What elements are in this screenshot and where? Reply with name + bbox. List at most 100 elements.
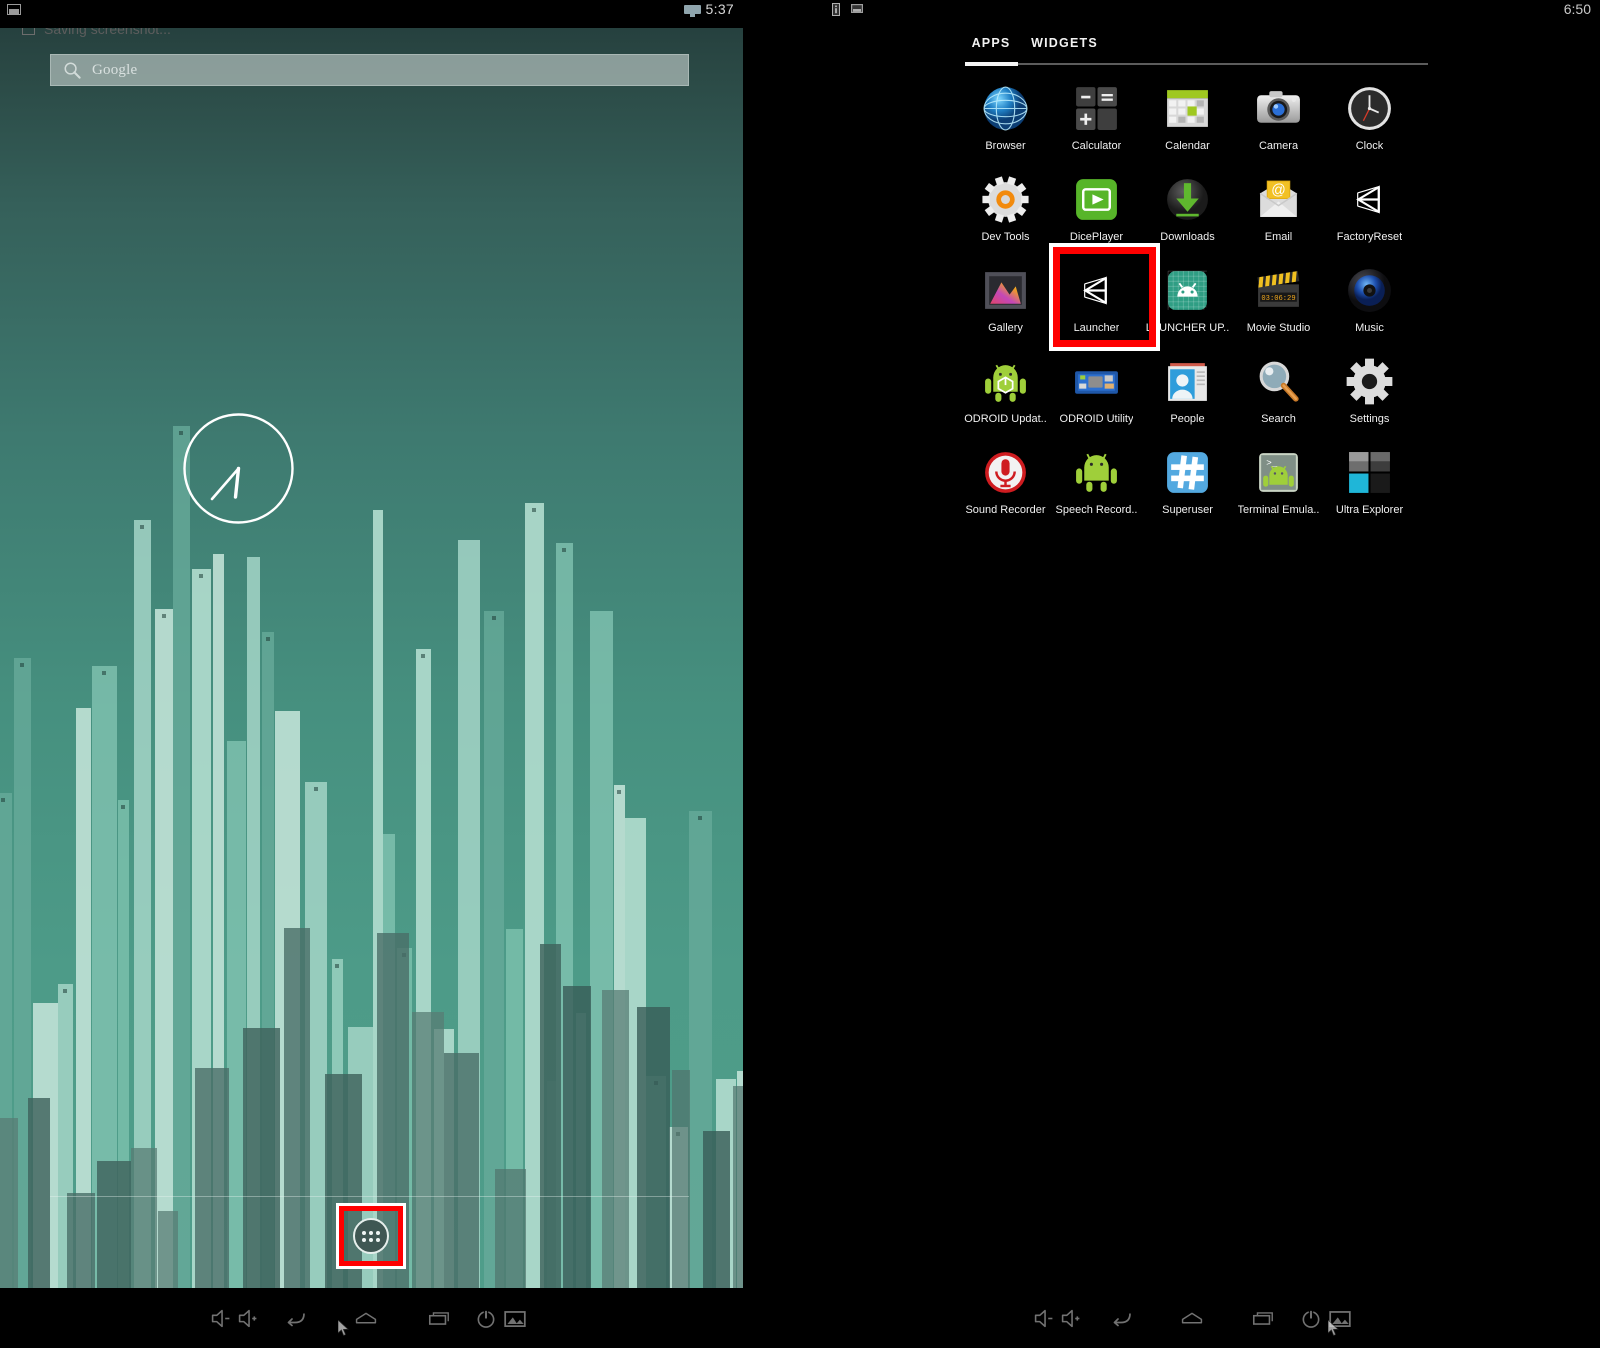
info-icon [832,3,840,16]
volume-up-button[interactable] [1059,1308,1083,1334]
app-icon-sound-recorder[interactable]: Sound Recorder [960,440,1051,531]
search-icon [64,62,81,79]
drawer-navigation-bar [960,1288,1600,1348]
app-label: DicePlayer [1069,231,1124,243]
tab-widgets[interactable]: WIDGETS [1017,32,1112,54]
apps-grid-icon [353,1218,389,1254]
app-label: Calendar [1165,140,1210,152]
app-label: LAUNCHER UP.. [1145,322,1230,334]
analog-clock-widget[interactable] [181,411,296,526]
recents-button[interactable] [427,1308,451,1334]
wallpaper-bar-front [672,1070,690,1288]
app-label: Terminal Emula.. [1237,504,1320,516]
home-button[interactable] [354,1308,378,1334]
wallpaper-dot [266,637,270,641]
wallpaper-bar-front [67,1193,95,1288]
home-screen-panel: 5:37 Saving screenshot... Google [0,0,743,1288]
drawer-status-bar: 6:50 [760,0,1600,22]
magnifier-icon [1254,357,1303,406]
app-label: FactoryReset [1336,231,1403,243]
screenshot-root: 5:37 Saving screenshot... Google 6:50 AP… [0,0,1600,1348]
power-button[interactable] [474,1308,498,1334]
wallpaper-bar-front [0,1118,18,1288]
wallpaper-dot [617,790,621,794]
wallpaper-bar-front [195,1068,229,1288]
wallpaper-bar-front [703,1131,730,1288]
back-button[interactable] [284,1308,308,1334]
home-button[interactable] [1180,1308,1204,1334]
app-label: Browser [985,140,1026,152]
speaker-blue-icon [1345,266,1394,315]
app-icon-camera[interactable]: Camera [1233,76,1324,167]
app-icon-search[interactable]: Search [1233,349,1324,440]
app-icon-dev-tools[interactable]: Dev Tools [960,167,1051,258]
search-placeholder-text: Google [92,61,138,78]
app-icon-diceplayer[interactable]: DicePlayer [1051,167,1142,258]
app-label: Dev Tools [981,231,1030,243]
app-icon-factoryreset[interactable]: FactoryReset [1324,167,1415,258]
back-button[interactable] [1110,1308,1134,1334]
mouse-cursor [337,1319,350,1337]
screenshot-icon [851,4,863,13]
clock-icon [1345,84,1394,133]
app-icon-speech-record[interactable]: Speech Record.. [1051,440,1142,531]
envelope-at-icon: @ [1254,175,1303,224]
android-head-teal-icon [1163,266,1212,315]
wallpaper-dot [1,798,5,802]
browser-globe-icon [981,84,1030,133]
wallpaper-dot [314,787,318,791]
app-icon-music[interactable]: Music [1324,258,1415,349]
app-icon-browser[interactable]: Browser [960,76,1051,167]
gallery-photo-icon [981,266,1030,315]
app-icon-downloads[interactable]: Downloads [1142,167,1233,258]
app-icon-movie-studio[interactable]: 03:06:29 Movie Studio [1233,258,1324,349]
app-icon-gallery[interactable]: Gallery [960,258,1051,349]
app-label: Ultra Explorer [1335,504,1404,516]
volume-down-button[interactable] [209,1308,233,1334]
android-box-icon [981,357,1030,406]
screenshot-notification-icon [7,4,21,15]
app-label: People [1170,413,1205,425]
app-icon-superuser[interactable]: Superuser [1142,440,1233,531]
unity-logo-icon [1072,266,1121,315]
app-label: Superuser [1162,504,1213,516]
app-label: Clock [1355,140,1384,152]
app-icon-terminal-emula[interactable]: >_ Terminal Emula.. [1233,440,1324,531]
screenshot-status-icon [684,5,701,17]
app-icon-calculator[interactable]: Calculator [1051,76,1142,167]
home-navigation-bar [0,1288,760,1348]
drawer-tab-bar: APPS WIDGETS [965,32,1112,54]
power-button[interactable] [1299,1308,1323,1334]
gear-icon [1345,357,1394,406]
app-label: Music [1355,322,1384,334]
app-icon-ultra-explorer[interactable]: Ultra Explorer [1324,440,1415,531]
volume-down-button[interactable] [1032,1308,1056,1334]
wallpaper-bar-front [28,1098,50,1288]
camera-icon [1254,84,1303,133]
volume-up-button[interactable] [236,1308,260,1334]
app-icon-odroid-updat[interactable]: ODROID Updat.. [960,349,1051,440]
wallpaper-bar-front [540,944,561,1288]
app-icon-calendar[interactable]: Calendar [1142,76,1233,167]
screenshot-button[interactable] [503,1308,527,1334]
app-label: Launcher [1073,322,1120,334]
recents-button[interactable] [1251,1308,1275,1334]
app-icon-odroid-utility[interactable]: ODROID Utility [1051,349,1142,440]
google-search-widget[interactable]: Google [50,54,689,86]
wallpaper-bar-front [412,1012,444,1288]
app-icon-email[interactable]: @ Email [1233,167,1324,258]
app-icon-settings[interactable]: Settings [1324,349,1415,440]
app-icon-launcher-up[interactable]: LAUNCHER UP.. [1142,258,1233,349]
app-label: Camera [1258,140,1299,152]
wallpaper-bar-front [563,986,591,1288]
wallpaper-bar-front [158,1211,178,1288]
tab-apps[interactable]: APPS [965,32,1017,54]
wallpaper-bar-front [733,1086,743,1288]
app-icon-launcher[interactable]: Launcher [1051,258,1142,349]
app-icon-people[interactable]: People [1142,349,1233,440]
app-icon-clock[interactable]: Clock [1324,76,1415,167]
four-pane-icon [1345,448,1394,497]
app-label: Calculator [1071,140,1122,152]
app-drawer-button[interactable] [347,1214,395,1258]
wallpaper-dot [63,989,67,993]
